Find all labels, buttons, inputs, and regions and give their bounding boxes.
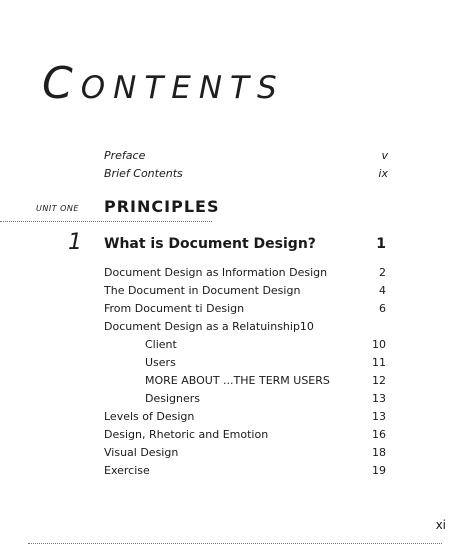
toc-entry-label: Document Design as Information Design (104, 266, 328, 279)
toc-entry-label: Design, Rhetoric and Emotion (104, 428, 269, 441)
toc-entry-page: 18 (372, 446, 386, 459)
unit-label: UNIT ONE (36, 204, 79, 213)
page-title: Contents (42, 58, 285, 109)
front-matter-label: Brief Contents (104, 167, 183, 180)
footer-divider (28, 543, 442, 544)
toc-subentry-label: Designers (145, 392, 200, 405)
toc-entry-page: 4 (379, 284, 386, 297)
toc-entry-label: Visual Design (104, 446, 179, 459)
toc-entry-label: Exercise (104, 464, 150, 477)
front-matter-page: v (381, 149, 388, 162)
page-folio: xi (435, 518, 446, 532)
toc-entry-page: 6 (379, 302, 386, 315)
unit-title: PRINCIPLES (104, 197, 220, 216)
toc-entry-page: 10 (372, 338, 386, 351)
toc-subentry-label: Users (145, 356, 176, 369)
toc-subentry-label: Client (145, 338, 177, 351)
toc-entry-label: Document Design as a Relatuinship10 (104, 320, 314, 333)
toc-entry-page: 13 (372, 410, 386, 423)
unit-divider (0, 221, 212, 222)
toc-entry-page: 12 (372, 374, 386, 387)
toc-entry-page: 19 (372, 464, 386, 477)
chapter-title: What is Document Design? (104, 236, 316, 252)
toc-entry-label: From Document ti Design (104, 302, 245, 315)
toc-entry-page: 11 (372, 356, 386, 369)
chapter-page: 1 (376, 236, 386, 252)
toc-entry-page: 16 (372, 428, 386, 441)
front-matter-label: Preface (104, 149, 146, 162)
toc-entry-page: 2 (379, 266, 386, 279)
toc-entry-page: 13 (372, 392, 386, 405)
front-matter-page: ix (378, 167, 388, 180)
chapter-number: 1 (68, 230, 82, 255)
toc-entry-label: The Document in Document Design (104, 284, 301, 297)
toc-entry-label: Levels of Design (104, 410, 195, 423)
toc-subentry-label: MORE ABOUT ...THE TERM USERS (145, 374, 330, 387)
